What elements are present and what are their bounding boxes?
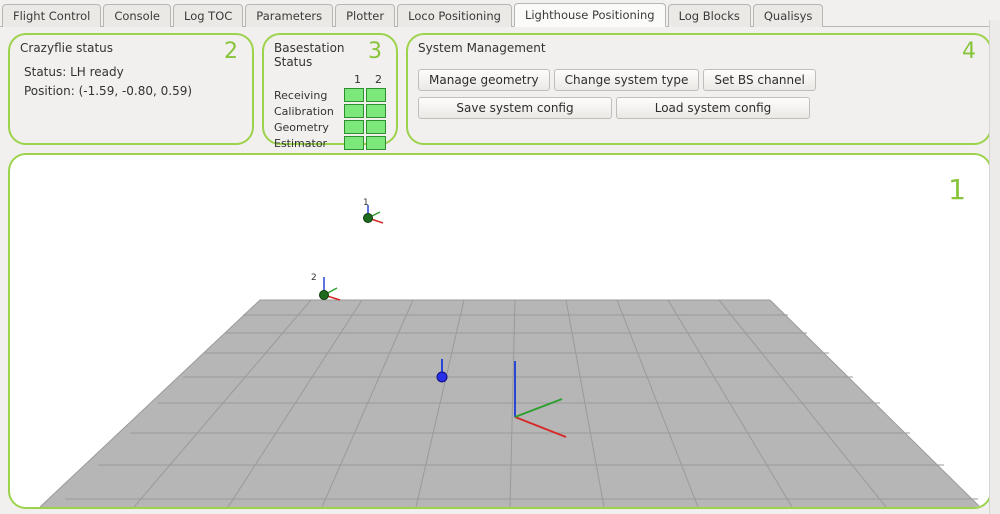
save-system-config-button[interactable]: Save system config xyxy=(418,97,612,119)
bs-col-2: 2 xyxy=(375,73,382,86)
tab-loco-positioning[interactable]: Loco Positioning xyxy=(397,4,512,27)
tab-qualisys[interactable]: Qualisys xyxy=(753,4,824,27)
bs-row-label: Calibration xyxy=(274,105,342,118)
bs-row-receiving: Receiving xyxy=(274,88,386,102)
panel-title: System Management xyxy=(418,41,980,59)
bs-row-label: Estimator xyxy=(274,137,342,150)
cf-status-label: Status: xyxy=(24,65,66,79)
bs-col-1: 1 xyxy=(354,73,361,86)
cf-status-body: Status: LH ready Position: (-1.59, -0.80… xyxy=(20,59,242,101)
panel-number: 3 xyxy=(368,39,382,64)
status-cell xyxy=(344,88,364,102)
bs-row-calibration: Calibration xyxy=(274,104,386,118)
tab-plotter[interactable]: Plotter xyxy=(335,4,395,27)
panel-3d-viewport[interactable]: 1 xyxy=(8,153,992,509)
status-cell xyxy=(366,104,386,118)
basestation-marker-2: 2 xyxy=(311,273,340,300)
panel-number: 4 xyxy=(962,39,976,64)
status-cell xyxy=(344,136,364,150)
status-cell xyxy=(344,104,364,118)
ground-plane xyxy=(40,300,980,507)
status-cell xyxy=(366,88,386,102)
panel-title: Crazyflie status xyxy=(20,41,242,59)
panel-system-management: 4 System Management Manage geometry Chan… xyxy=(406,33,992,145)
tab-log-toc[interactable]: Log TOC xyxy=(173,4,243,27)
panel-number: 2 xyxy=(224,39,238,64)
bs-label-1: 1 xyxy=(363,198,369,208)
bs-column-header: 1 2 xyxy=(274,73,386,86)
bs-row-label: Geometry xyxy=(274,121,342,134)
tab-bar: Flight Control Console Log TOC Parameter… xyxy=(0,0,1000,27)
panel-crazyflie-status: 2 Crazyflie status Status: LH ready Posi… xyxy=(8,33,254,145)
bs-row-estimator: Estimator xyxy=(274,136,386,150)
set-bs-channel-button[interactable]: Set BS channel xyxy=(703,69,815,91)
cf-position-label: Position: xyxy=(24,84,75,98)
tab-log-blocks[interactable]: Log Blocks xyxy=(668,4,751,27)
scene-3d[interactable]: 1 2 xyxy=(10,155,990,507)
load-system-config-button[interactable]: Load system config xyxy=(616,97,810,119)
change-system-type-button[interactable]: Change system type xyxy=(554,69,700,91)
cf-status-value: LH ready xyxy=(70,65,124,79)
top-panels: 2 Crazyflie status Status: LH ready Posi… xyxy=(0,27,1000,149)
tab-parameters[interactable]: Parameters xyxy=(245,4,333,27)
status-cell xyxy=(344,120,364,134)
status-cell xyxy=(366,136,386,150)
bs-row-geometry: Geometry xyxy=(274,120,386,134)
tab-flight-control[interactable]: Flight Control xyxy=(2,4,101,27)
tab-console[interactable]: Console xyxy=(103,4,171,27)
bs-row-label: Receiving xyxy=(274,89,342,102)
basestation-marker-1: 1 xyxy=(363,198,383,223)
vertical-scrollbar[interactable] xyxy=(989,20,1000,514)
panel-basestation-status: 3 Basestation Status 1 2 Receiving Calib… xyxy=(262,33,398,145)
status-cell xyxy=(366,120,386,134)
cf-position-value: (-1.59, -0.80, 0.59) xyxy=(79,84,192,98)
manage-geometry-button[interactable]: Manage geometry xyxy=(418,69,550,91)
bs-label-2: 2 xyxy=(311,273,317,283)
tab-lighthouse-positioning[interactable]: Lighthouse Positioning xyxy=(514,3,666,27)
